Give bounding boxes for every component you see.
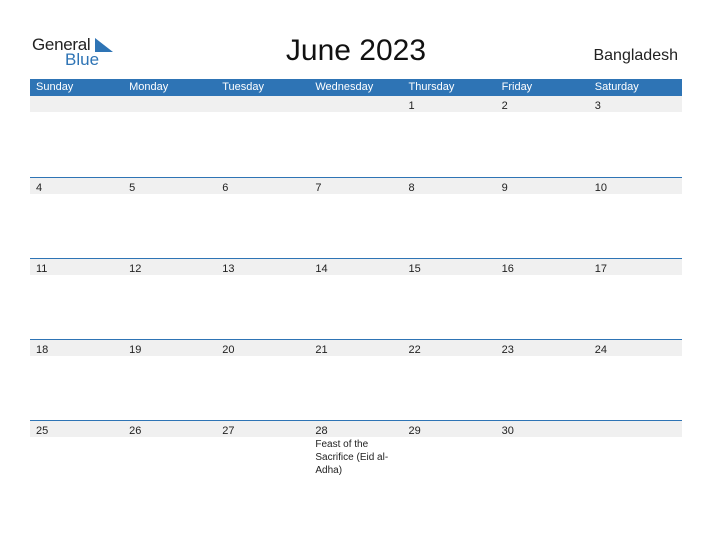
week-date-band: 18 19 20 21 22 23 24 bbox=[30, 340, 682, 356]
day-number: 28 bbox=[315, 425, 328, 437]
day-number: 17 bbox=[594, 263, 607, 275]
day-number: 18 bbox=[36, 344, 49, 356]
day-number: 26 bbox=[129, 425, 142, 437]
day-number: 30 bbox=[501, 425, 514, 437]
day-cell: 9 bbox=[496, 178, 589, 194]
day-cell bbox=[123, 96, 216, 112]
day-cell: 21 bbox=[309, 340, 402, 356]
week-row: 25 26 27 28 Feast of the Sacrifice (Eid al-A… bbox=[30, 420, 682, 501]
day-number: 12 bbox=[129, 263, 142, 275]
day-number: 21 bbox=[315, 344, 328, 356]
day-number: 2 bbox=[501, 100, 508, 112]
week-row: 4 5 6 7 8 9 10 bbox=[30, 177, 682, 258]
day-cell bbox=[30, 96, 123, 112]
day-cell: 24 bbox=[589, 340, 682, 356]
week-row: 1 2 3 bbox=[30, 96, 682, 177]
day-number: 27 bbox=[222, 425, 235, 437]
day-cell: 8 bbox=[403, 178, 496, 194]
day-cell: 22 bbox=[403, 340, 496, 356]
day-number: 9 bbox=[501, 182, 508, 194]
day-cell: 25 bbox=[30, 421, 123, 437]
day-cell: 5 bbox=[123, 178, 216, 194]
day-cell: 1 bbox=[403, 96, 496, 112]
weekday-tuesday: Tuesday bbox=[222, 81, 265, 93]
day-number: 20 bbox=[222, 344, 235, 356]
weekday-header: Sunday Monday Tuesday Wednesday Thursday… bbox=[30, 79, 682, 96]
weekday-thursday: Thursday bbox=[408, 81, 455, 93]
day-number: 25 bbox=[36, 425, 49, 437]
weekday-monday: Monday bbox=[129, 81, 169, 93]
day-number: 19 bbox=[129, 344, 142, 356]
day-number: 11 bbox=[36, 263, 48, 275]
weekday-friday: Friday bbox=[501, 81, 533, 93]
day-number: 14 bbox=[315, 263, 328, 275]
day-cell: 26 bbox=[123, 421, 216, 437]
week-date-band: 1 2 3 bbox=[30, 96, 682, 112]
day-number: 29 bbox=[408, 425, 421, 437]
day-number: 10 bbox=[594, 182, 607, 194]
weekday-sunday: Sunday bbox=[36, 81, 74, 93]
day-cell bbox=[309, 96, 402, 112]
day-cell: 6 bbox=[216, 178, 309, 194]
day-number: 22 bbox=[408, 344, 421, 356]
day-cell: 7 bbox=[309, 178, 402, 194]
week-date-band: 11 12 13 14 15 16 17 bbox=[30, 259, 682, 275]
day-number: 15 bbox=[408, 263, 421, 275]
day-cell: 28 Feast of the Sacrifice (Eid al-Adha) bbox=[309, 421, 402, 476]
day-cell: 11 bbox=[30, 259, 123, 275]
day-number: 24 bbox=[594, 344, 607, 356]
day-cell: 16 bbox=[496, 259, 589, 275]
day-number: 4 bbox=[36, 182, 43, 194]
day-cell: 12 bbox=[123, 259, 216, 275]
day-cell: 18 bbox=[30, 340, 123, 356]
day-cell: 4 bbox=[30, 178, 123, 194]
week-date-band: 25 26 27 28 Feast of the Sacrifice (Eid al-A… bbox=[30, 421, 682, 476]
day-cell: 23 bbox=[496, 340, 589, 356]
day-cell bbox=[589, 421, 682, 437]
day-number: 23 bbox=[501, 344, 514, 356]
holiday-event: Feast of the Sacrifice (Eid al-Adha) bbox=[315, 439, 389, 476]
day-cell: 20 bbox=[216, 340, 309, 356]
day-number: 7 bbox=[315, 182, 322, 194]
day-cell: 19 bbox=[123, 340, 216, 356]
day-number: 6 bbox=[222, 182, 229, 194]
day-cell: 30 bbox=[496, 421, 589, 437]
day-cell bbox=[216, 96, 309, 112]
calendar-grid: Sunday Monday Tuesday Wednesday Thursday… bbox=[30, 79, 682, 501]
week-row: 11 12 13 14 15 16 17 bbox=[30, 258, 682, 339]
day-cell: 2 bbox=[496, 96, 589, 112]
country-label: Bangladesh bbox=[593, 47, 678, 64]
day-number: 16 bbox=[501, 263, 514, 275]
day-cell: 10 bbox=[589, 178, 682, 194]
week-date-band: 4 5 6 7 8 9 10 bbox=[30, 178, 682, 194]
day-number: 8 bbox=[408, 182, 415, 194]
day-number: 1 bbox=[408, 100, 415, 112]
day-number: 13 bbox=[222, 263, 235, 275]
day-cell: 17 bbox=[589, 259, 682, 275]
weekday-wednesday: Wednesday bbox=[315, 81, 374, 93]
day-cell: 13 bbox=[216, 259, 309, 275]
weekday-saturday: Saturday bbox=[594, 81, 639, 93]
day-cell: 27 bbox=[216, 421, 309, 437]
day-cell: 14 bbox=[309, 259, 402, 275]
day-cell: 15 bbox=[403, 259, 496, 275]
week-row: 18 19 20 21 22 23 24 bbox=[30, 339, 682, 420]
day-number: 3 bbox=[594, 100, 601, 112]
day-cell: 29 bbox=[403, 421, 496, 437]
day-number: 5 bbox=[129, 182, 136, 194]
day-cell: 3 bbox=[589, 96, 682, 112]
